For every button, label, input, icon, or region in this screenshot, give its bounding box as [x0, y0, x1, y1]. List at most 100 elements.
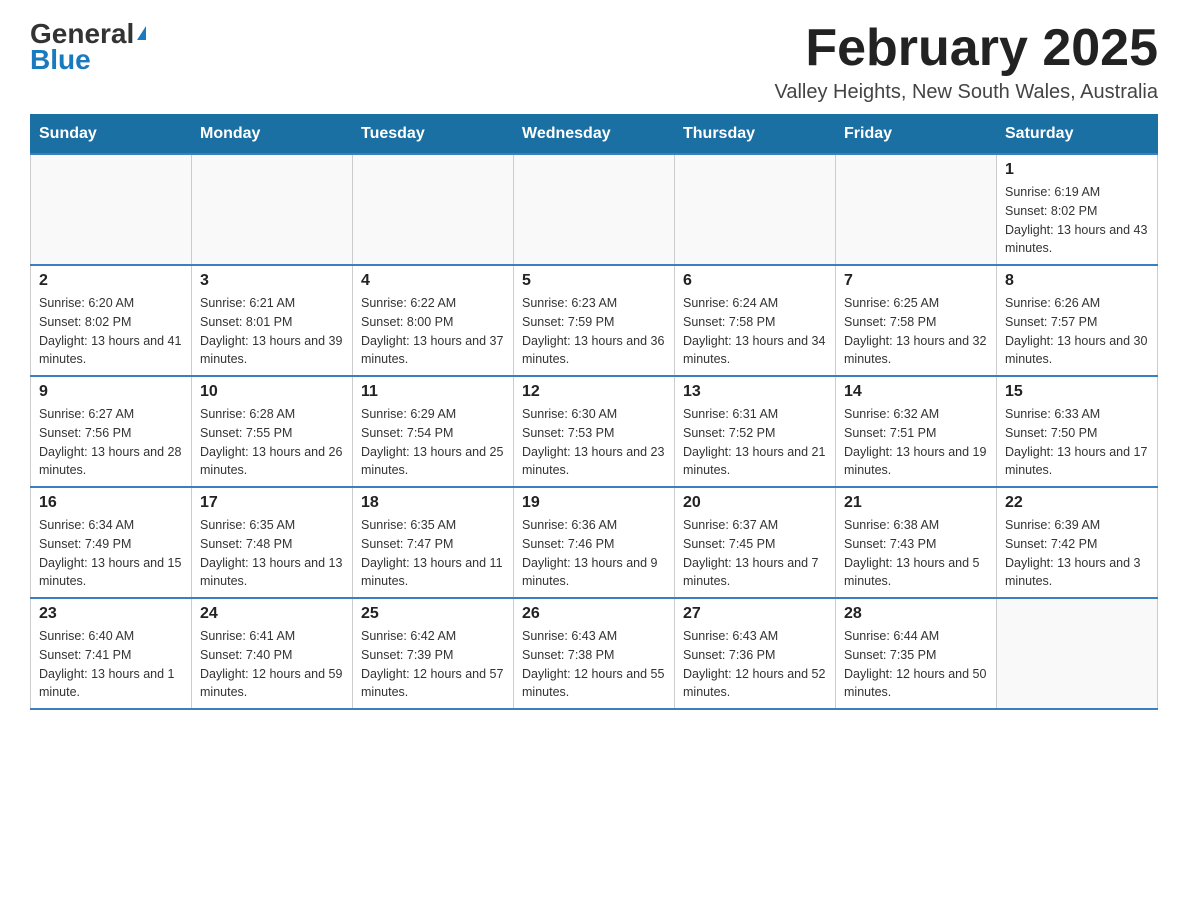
day-info: Sunrise: 6:43 AMSunset: 7:38 PMDaylight:… — [522, 627, 666, 702]
day-number: 22 — [1005, 494, 1149, 512]
calendar-cell: 11 Sunrise: 6:29 AMSunset: 7:54 PMDayligh… — [353, 376, 514, 487]
day-number: 26 — [522, 605, 666, 623]
day-info: Sunrise: 6:23 AMSunset: 7:59 PMDaylight:… — [522, 294, 666, 369]
day-info: Sunrise: 6:33 AMSunset: 7:50 PMDaylight:… — [1005, 405, 1149, 480]
calendar-cell: 16Sunrise: 6:34 AMSunset: 7:49 PMDayligh… — [31, 487, 192, 598]
day-number: 4 — [361, 272, 505, 290]
calendar-cell: 19Sunrise: 6:36 AMSunset: 7:46 PMDayligh… — [514, 487, 675, 598]
calendar-cell: 25 Sunrise: 6:42 AMSunset: 7:39 PMDayligh… — [353, 598, 514, 709]
day-info: Sunrise: 6:24 AMSunset: 7:58 PMDaylight:… — [683, 294, 827, 369]
day-number: 23 — [39, 605, 183, 623]
calendar-cell — [997, 598, 1158, 709]
day-info: Sunrise: 6:35 AMSunset: 7:48 PMDaylight:… — [200, 516, 344, 591]
day-number: 14 — [844, 383, 988, 401]
calendar-cell: 13 Sunrise: 6:31 AMSunset: 7:52 PMDayligh… — [675, 376, 836, 487]
day-number: 10 — [200, 383, 344, 401]
logo-arrow-icon — [137, 26, 146, 40]
day-number: 15 — [1005, 383, 1149, 401]
day-info: Sunrise: 6:30 AMSunset: 7:53 PMDaylight:… — [522, 405, 666, 480]
day-number: 17 — [200, 494, 344, 512]
header-thursday: Thursday — [675, 115, 836, 155]
day-number: 28 — [844, 605, 988, 623]
day-number: 7 — [844, 272, 988, 290]
day-info: Sunrise: 6:19 AMSunset: 8:02 PMDaylight:… — [1005, 183, 1149, 258]
day-info: Sunrise: 6:29 AMSunset: 7:54 PMDaylight:… — [361, 405, 505, 480]
day-info: Sunrise: 6:27 AMSunset: 7:56 PMDaylight:… — [39, 405, 183, 480]
day-number: 16 — [39, 494, 183, 512]
month-title: February 2025 — [774, 20, 1158, 77]
day-info: Sunrise: 6:44 AMSunset: 7:35 PMDaylight:… — [844, 627, 988, 702]
day-info: Sunrise: 6:21 AMSunset: 8:01 PMDaylight:… — [200, 294, 344, 369]
day-info: Sunrise: 6:38 AMSunset: 7:43 PMDaylight:… — [844, 516, 988, 591]
day-info: Sunrise: 6:32 AMSunset: 7:51 PMDaylight:… — [844, 405, 988, 480]
day-info: Sunrise: 6:28 AMSunset: 7:55 PMDaylight:… — [200, 405, 344, 480]
day-number: 13 — [683, 383, 827, 401]
week-row-4: 16Sunrise: 6:34 AMSunset: 7:49 PMDayligh… — [31, 487, 1158, 598]
calendar-cell: 23 Sunrise: 6:40 AMSunset: 7:41 PMDayligh… — [31, 598, 192, 709]
week-row-3: 9 Sunrise: 6:27 AMSunset: 7:56 PMDaylight… — [31, 376, 1158, 487]
day-number: 8 — [1005, 272, 1149, 290]
day-number: 1 — [1005, 161, 1149, 179]
day-info: Sunrise: 6:20 AMSunset: 8:02 PMDaylight:… — [39, 294, 183, 369]
week-row-1: 1 Sunrise: 6:19 AMSunset: 8:02 PMDaylight… — [31, 154, 1158, 265]
day-number: 11 — [361, 383, 505, 401]
calendar-cell: 22Sunrise: 6:39 AMSunset: 7:42 PMDayligh… — [997, 487, 1158, 598]
header-monday: Monday — [192, 115, 353, 155]
title-area: February 2025 Valley Heights, New South … — [774, 20, 1158, 104]
calendar-cell — [836, 154, 997, 265]
day-info: Sunrise: 6:35 AMSunset: 7:47 PMDaylight:… — [361, 516, 505, 591]
day-number: 9 — [39, 383, 183, 401]
header-wednesday: Wednesday — [514, 115, 675, 155]
calendar-cell — [514, 154, 675, 265]
day-number: 24 — [200, 605, 344, 623]
calendar-cell: 9 Sunrise: 6:27 AMSunset: 7:56 PMDaylight… — [31, 376, 192, 487]
calendar-cell: 3 Sunrise: 6:21 AMSunset: 8:01 PMDaylight… — [192, 265, 353, 376]
day-info: Sunrise: 6:42 AMSunset: 7:39 PMDaylight:… — [361, 627, 505, 702]
day-info: Sunrise: 6:22 AMSunset: 8:00 PMDaylight:… — [361, 294, 505, 369]
calendar-cell: 28 Sunrise: 6:44 AMSunset: 7:35 PMDayligh… — [836, 598, 997, 709]
calendar-cell: 2Sunrise: 6:20 AMSunset: 8:02 PMDaylight… — [31, 265, 192, 376]
day-number: 25 — [361, 605, 505, 623]
day-number: 21 — [844, 494, 988, 512]
calendar-cell: 7 Sunrise: 6:25 AMSunset: 7:58 PMDaylight… — [836, 265, 997, 376]
calendar-table: Sunday Monday Tuesday Wednesday Thursday… — [30, 114, 1158, 710]
day-info: Sunrise: 6:43 AMSunset: 7:36 PMDaylight:… — [683, 627, 827, 702]
calendar-cell — [675, 154, 836, 265]
day-info: Sunrise: 6:26 AMSunset: 7:57 PMDaylight:… — [1005, 294, 1149, 369]
day-number: 5 — [522, 272, 666, 290]
calendar-cell: 27 Sunrise: 6:43 AMSunset: 7:36 PMDayligh… — [675, 598, 836, 709]
calendar-cell: 15 Sunrise: 6:33 AMSunset: 7:50 PMDayligh… — [997, 376, 1158, 487]
week-row-2: 2Sunrise: 6:20 AMSunset: 8:02 PMDaylight… — [31, 265, 1158, 376]
calendar-cell: 17 Sunrise: 6:35 AMSunset: 7:48 PMDayligh… — [192, 487, 353, 598]
day-number: 12 — [522, 383, 666, 401]
calendar-cell: 10 Sunrise: 6:28 AMSunset: 7:55 PMDayligh… — [192, 376, 353, 487]
weekday-header-row: Sunday Monday Tuesday Wednesday Thursday… — [31, 115, 1158, 155]
header: General Blue February 2025 Valley Height… — [30, 20, 1158, 104]
calendar-cell: 24Sunrise: 6:41 AMSunset: 7:40 PMDayligh… — [192, 598, 353, 709]
calendar-cell: 21 Sunrise: 6:38 AMSunset: 7:43 PMDayligh… — [836, 487, 997, 598]
day-info: Sunrise: 6:25 AMSunset: 7:58 PMDaylight:… — [844, 294, 988, 369]
header-saturday: Saturday — [997, 115, 1158, 155]
day-number: 20 — [683, 494, 827, 512]
day-number: 27 — [683, 605, 827, 623]
logo-blue: Blue — [30, 44, 91, 76]
calendar-cell — [31, 154, 192, 265]
day-number: 18 — [361, 494, 505, 512]
header-friday: Friday — [836, 115, 997, 155]
day-number: 6 — [683, 272, 827, 290]
day-info: Sunrise: 6:31 AMSunset: 7:52 PMDaylight:… — [683, 405, 827, 480]
calendar-cell: 8 Sunrise: 6:26 AMSunset: 7:57 PMDaylight… — [997, 265, 1158, 376]
day-number: 3 — [200, 272, 344, 290]
calendar-cell: 12 Sunrise: 6:30 AMSunset: 7:53 PMDayligh… — [514, 376, 675, 487]
calendar-cell: 5 Sunrise: 6:23 AMSunset: 7:59 PMDaylight… — [514, 265, 675, 376]
header-sunday: Sunday — [31, 115, 192, 155]
calendar-cell — [353, 154, 514, 265]
day-info: Sunrise: 6:37 AMSunset: 7:45 PMDaylight:… — [683, 516, 827, 591]
calendar-cell: 4 Sunrise: 6:22 AMSunset: 8:00 PMDaylight… — [353, 265, 514, 376]
header-tuesday: Tuesday — [353, 115, 514, 155]
day-number: 19 — [522, 494, 666, 512]
calendar-cell: 26 Sunrise: 6:43 AMSunset: 7:38 PMDayligh… — [514, 598, 675, 709]
calendar-cell — [192, 154, 353, 265]
day-info: Sunrise: 6:40 AMSunset: 7:41 PMDaylight:… — [39, 627, 183, 702]
calendar-cell: 1 Sunrise: 6:19 AMSunset: 8:02 PMDaylight… — [997, 154, 1158, 265]
